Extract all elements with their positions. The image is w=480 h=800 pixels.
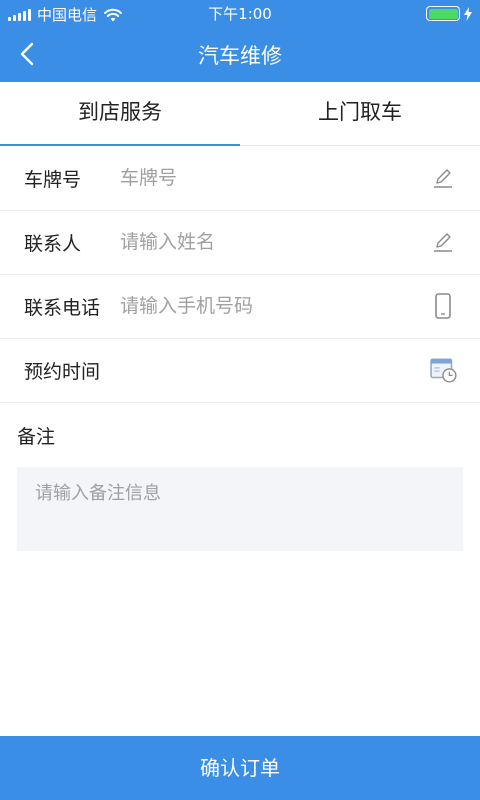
- form-row-appointment[interactable]: 预约时间: [0, 339, 480, 403]
- status-right: [426, 6, 472, 21]
- edit-pencil-icon: [434, 169, 452, 188]
- charging-icon: [464, 6, 472, 21]
- confirm-order-button[interactable]: 确认订单: [0, 736, 480, 800]
- remark-textarea[interactable]: [17, 467, 463, 551]
- phone-input[interactable]: [120, 289, 420, 323]
- tab-pickup-service[interactable]: 上门取车: [240, 82, 480, 146]
- form-row-contact: 联系人: [0, 211, 480, 275]
- form-row-phone: 联系电话: [0, 275, 480, 339]
- order-form: 车牌号 联系人 联系电话 预约时间: [0, 147, 480, 403]
- battery-icon: [426, 6, 460, 21]
- phone-label: 联系电话: [24, 297, 101, 319]
- tab-selected-indicator: [0, 144, 240, 146]
- form-row-plate: 车牌号: [0, 147, 480, 211]
- calendar-clock-icon[interactable]: [430, 356, 458, 384]
- phone-icon: [435, 293, 451, 319]
- appointment-label: 预约时间: [24, 361, 101, 383]
- status-bar: 中国电信 下午1:00: [0, 0, 480, 26]
- nav-bar: 汽车维修: [0, 26, 480, 82]
- carrier-name: 中国电信: [37, 6, 98, 24]
- battery-fill: [428, 8, 458, 19]
- plate-label: 车牌号: [24, 169, 82, 191]
- signal-icon: [8, 8, 31, 21]
- wifi-icon: [104, 8, 123, 21]
- plate-input[interactable]: [120, 161, 420, 195]
- tab-in-store-service[interactable]: 到店服务: [0, 82, 240, 146]
- contact-name-input[interactable]: [120, 225, 420, 259]
- page-title: 汽车维修: [198, 44, 282, 68]
- contact-label: 联系人: [24, 233, 82, 255]
- remark-label: 备注: [17, 426, 56, 448]
- status-left: 中国电信: [8, 4, 123, 25]
- service-tabs: 到店服务 上门取车: [0, 82, 480, 146]
- edit-pencil-icon: [434, 233, 452, 252]
